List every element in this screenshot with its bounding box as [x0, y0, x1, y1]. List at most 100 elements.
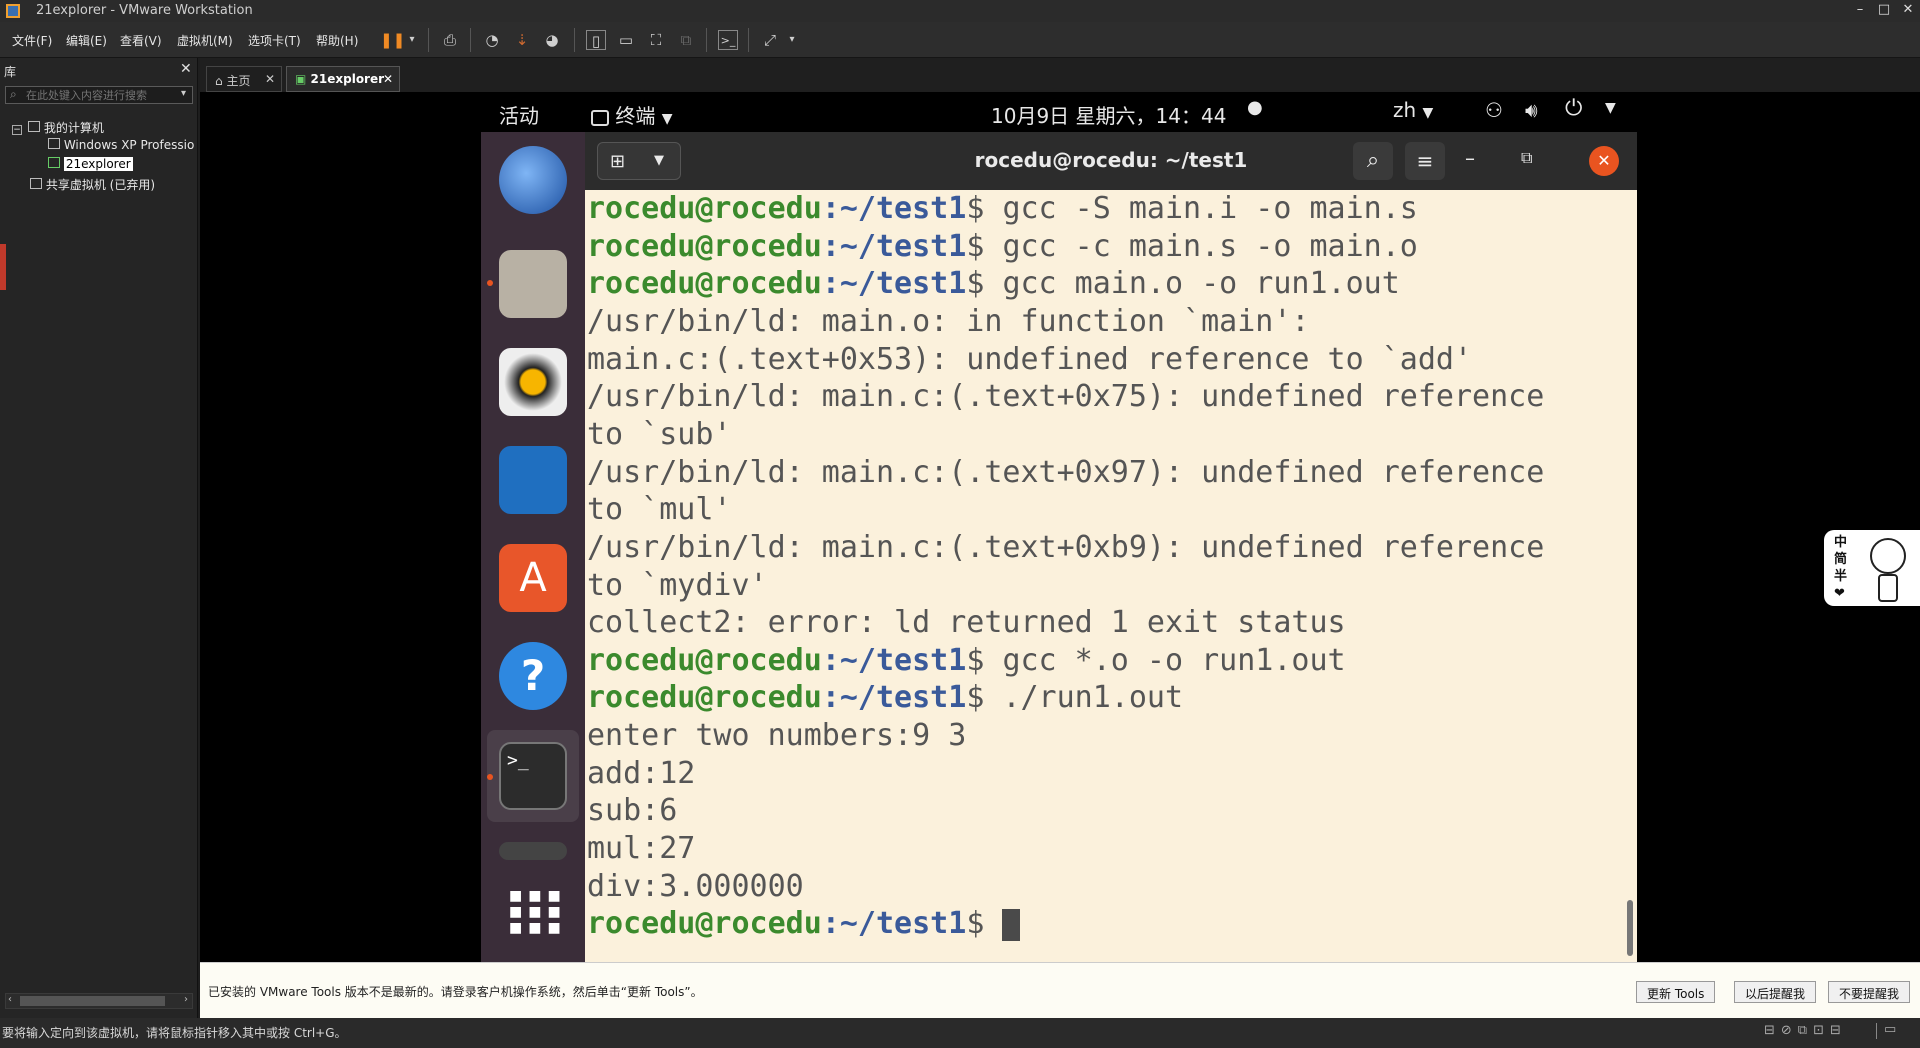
menu-edit[interactable]: 编辑(E) [66, 32, 107, 49]
output-line: mul:27 [587, 831, 696, 867]
snapshot-icon[interactable]: ◔ [482, 30, 502, 50]
pause-icon[interactable]: ❚❚ [380, 30, 405, 50]
software-center-icon[interactable]: A [499, 544, 567, 612]
device-status-icons[interactable]: ⊟⊘⧉⊡⊟ [1764, 1023, 1847, 1038]
tab-21explorer[interactable]: ▣ 21explorer ✕ [286, 66, 400, 92]
running-indicator [487, 774, 493, 780]
collapse-icon[interactable]: − [12, 125, 22, 135]
hamburger-menu-icon[interactable]: ≡ [1405, 142, 1445, 180]
close-icon[interactable]: ✕ [1589, 146, 1619, 176]
close-library-icon[interactable]: ✕ [180, 61, 192, 77]
scroll-right-icon[interactable]: › [184, 994, 188, 1005]
vm-icon [48, 138, 60, 149]
ime-status-widget[interactable]: 中 简 半 ❤ [1824, 530, 1920, 606]
library-scrollbar[interactable]: ‹ › [5, 993, 193, 1009]
pause-dropdown-icon[interactable]: ▾ [402, 30, 422, 50]
revert-snapshot-icon[interactable]: ⇣ [512, 30, 532, 50]
terminal-headerbar: ⊞ ▼ rocedu@rocedu: ~/test1 ⌕ ≡ – ⧉ ✕ [585, 132, 1637, 190]
activities-button[interactable]: 活动 [499, 100, 539, 129]
tab-home[interactable]: ⌂ 主页 ✕ [206, 66, 282, 92]
menu-file[interactable]: 文件(F) [12, 32, 52, 49]
message-log-icon[interactable]: ▭ [1884, 1022, 1896, 1037]
search-dropdown-icon[interactable]: ▾ [181, 88, 186, 99]
output-line: enter two numbers:9 3 [587, 718, 967, 754]
resize-handle[interactable] [0, 244, 6, 290]
tree-vm-21explorer[interactable]: 21explorer [48, 157, 133, 171]
partial-dock-item[interactable] [499, 842, 567, 860]
toolbar-divider [574, 28, 575, 52]
update-tools-button[interactable]: 更新 Tools [1636, 981, 1716, 1003]
library-search-input[interactable] [5, 86, 193, 104]
prompt-user: rocedu@rocedu [587, 191, 822, 226]
terminal-output[interactable]: rocedu@rocedu :~/test1 $ gcc -S main.i -o … [585, 190, 1637, 962]
output-line: main.c:(.text+0x53): undefined reference… [587, 341, 1473, 377]
close-tab-icon[interactable]: ✕ [265, 72, 275, 86]
menu-vm[interactable]: 虚拟机(M) [177, 32, 233, 49]
toolbar-divider [470, 28, 471, 52]
prompt-symbol: $ [966, 228, 1003, 264]
close-tab-icon[interactable]: ✕ [383, 72, 393, 86]
prompt-line: rocedu@rocedu:~/test1$ gcc -S main.i -o … [587, 190, 1418, 228]
fullscreen-icon[interactable]: ⛶ [646, 30, 666, 50]
restore-icon[interactable]: ⧉ [1521, 148, 1532, 168]
scroll-left-icon[interactable]: ‹ [8, 994, 12, 1005]
snapshot-manager-icon[interactable]: ◕ [542, 30, 562, 50]
chevron-down-icon[interactable]: ▼ [1605, 100, 1616, 116]
rhythmbox-icon[interactable] [499, 348, 567, 416]
output-line: div:3.000000 [587, 868, 804, 904]
help-icon[interactable]: ? [499, 642, 567, 710]
network-icon[interactable]: ⚇ [1485, 98, 1503, 122]
command-text: gcc -S main.i -o main.s [1002, 191, 1418, 226]
tree-shared-vms[interactable]: 共享虚拟机 (已弃用) [30, 176, 155, 193]
output-line: sub:6 [587, 793, 678, 829]
scroll-thumb[interactable] [20, 996, 165, 1006]
dont-remind-button[interactable]: 不要提醒我 [1828, 981, 1911, 1003]
tree-vm-winxp[interactable]: Windows XP Professio [48, 138, 194, 152]
maximize-icon[interactable]: □ [1872, 2, 1896, 17]
close-window-icon[interactable]: ✕ [1896, 2, 1920, 17]
vm-running-icon [48, 157, 60, 168]
menu-help[interactable]: 帮助(H) [316, 32, 358, 49]
unity-icon[interactable]: ⧉ [676, 30, 696, 50]
tab-bar: ⌂ 主页 ✕ ▣ 21explorer ✕ [200, 58, 1920, 92]
show-library-icon[interactable]: ▯ [586, 30, 606, 50]
menu-view[interactable]: 查看(V) [120, 32, 162, 49]
prompt-path: :~/test1 [821, 906, 967, 942]
prompt-symbol: $ [966, 266, 1003, 302]
power-icon[interactable]: ⏻ [1565, 96, 1582, 121]
stretch-dropdown-icon[interactable]: ▾ [782, 30, 802, 50]
search-icon[interactable]: ⌕ [1353, 142, 1393, 180]
status-bar: 要将输入定向到该虚拟机，请将鼠标指针移入其中或按 Ctrl+G。 ⊟⊘⧉⊡⊟ ▭ [0, 1018, 1920, 1048]
minimize-icon[interactable]: – [1848, 2, 1872, 17]
send-keys-icon[interactable]: ⎙ [440, 30, 460, 50]
command-text: gcc -c main.s -o main.o [1002, 228, 1418, 264]
clock[interactable]: 10月9日 星期六，14：44 [991, 100, 1226, 129]
lang-label: zh [1393, 98, 1417, 122]
stretch-guest-icon[interactable]: ⤢ [760, 30, 780, 50]
output-line: to `sub' [587, 416, 732, 452]
thunderbird-icon[interactable] [499, 146, 567, 214]
tree-my-computer[interactable]: − 我的计算机 [12, 119, 104, 136]
terminal-scrollbar[interactable] [1627, 900, 1633, 956]
ime-mascot-body [1878, 574, 1898, 602]
app-menu[interactable]: 终端 ▼ [591, 100, 673, 129]
prompt-user: rocedu@rocedu [587, 680, 822, 716]
output-line: to `mul' [587, 492, 732, 528]
prompt-symbol: $ [966, 191, 1003, 226]
thumbnail-bar-icon[interactable]: ▭ [616, 30, 636, 50]
remind-later-button[interactable]: 以后提醒我 [1734, 981, 1817, 1003]
tab-label: 主页 [226, 74, 251, 88]
terminal-icon[interactable]: >_ [499, 742, 567, 810]
running-indicator [487, 280, 493, 286]
files-icon[interactable] [499, 250, 567, 318]
volume-icon[interactable]: 🔊︎ [1525, 98, 1538, 122]
prompt-user: rocedu@rocedu [587, 228, 822, 264]
show-apps-icon[interactable]: ■■■ ■■■ ■■■ [509, 888, 561, 938]
input-method[interactable]: zh ▼ [1393, 98, 1433, 122]
console-view-icon[interactable]: >_ [718, 30, 738, 50]
menu-tabs[interactable]: 选项卡(T) [248, 32, 301, 49]
libreoffice-writer-icon[interactable] [499, 446, 567, 514]
minimize-icon[interactable]: – [1465, 146, 1475, 170]
command-text: ./run1.out [1002, 680, 1184, 716]
status-text: 要将输入定向到该虚拟机，请将鼠标指针移入其中或按 Ctrl+G。 [2, 1026, 347, 1040]
